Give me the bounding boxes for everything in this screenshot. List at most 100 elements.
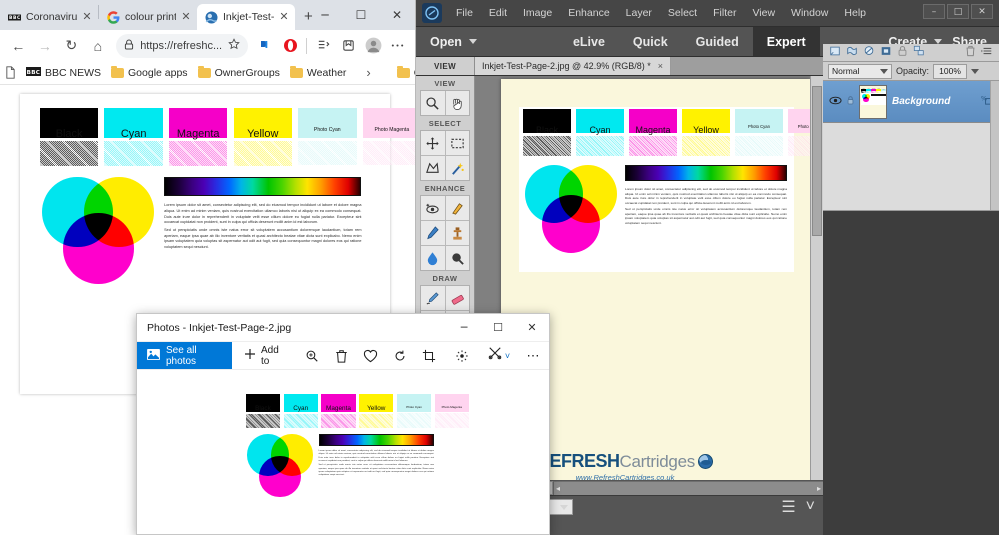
blur-tool-icon[interactable] [421,246,445,270]
menu-layer[interactable]: Layer [618,4,660,22]
layers-list[interactable]: BlackCyanMagentaYellowPhoto CyanPhoto Ma… [823,81,999,211]
see-all-photos-button[interactable]: See all photos [137,342,232,369]
opacity-field[interactable]: 100% [933,63,968,79]
profile-icon[interactable] [362,34,385,58]
zoom-tool-icon[interactable] [421,91,445,115]
more-panels-icon[interactable]: ☰ [781,497,795,517]
browser-close-button[interactable]: ✕ [379,0,415,30]
move-tool-icon[interactable] [421,131,445,155]
photos-close-button[interactable]: ✕ [515,314,549,342]
layer-visibility-eye-icon[interactable] [829,93,842,111]
menu-window[interactable]: Window [783,4,836,22]
photoshop-close-button[interactable]: ✕ [971,4,993,19]
photos-title-bar[interactable]: Photos - Inkjet-Test-Page-2.jpg ─ ☐ ✕ [137,314,549,342]
home-button[interactable]: ⌂ [86,33,111,59]
clone-stamp-icon[interactable] [445,221,469,245]
browser-minimize-button[interactable]: ─ [307,0,343,30]
layers-list-scrollbar[interactable] [990,81,999,210]
bookmark-bbc-news[interactable]: BBC BBC NEWS [26,66,101,79]
menu-file[interactable]: File [448,4,481,22]
crop-icon[interactable] [414,342,443,369]
magic-wand-icon[interactable] [445,156,469,180]
open-button[interactable]: Open [416,27,489,56]
menu-view[interactable]: View [744,4,783,22]
tab-guided[interactable]: Guided [682,27,753,56]
chevron-down-icon[interactable]: ˅ [505,351,510,361]
canvas-vertical-scrollbar[interactable] [810,76,823,480]
close-icon[interactable]: ✕ [82,11,92,23]
menu-filter[interactable]: Filter [705,4,744,22]
browser-tab-2[interactable]: Inkjet-Test-Page ✕ [197,4,295,30]
tab-quick[interactable]: Quick [619,27,682,56]
enhance-icon[interactable] [443,342,479,369]
group-layer-icon[interactable] [880,44,892,62]
close-icon[interactable]: × [658,61,663,71]
tab-elive[interactable]: eLive [559,27,619,56]
sponge-tool-icon[interactable] [445,246,469,270]
bookmark-page-icon[interactable] [5,66,16,79]
adjustment-layer-icon[interactable] [863,44,875,62]
menu-enhance[interactable]: Enhance [560,4,617,22]
document-tab[interactable]: Inkjet-Test-Page-2.jpg @ 42.9% (RGB/8) *… [475,57,671,75]
menu-edit[interactable]: Edit [481,4,515,22]
photos-maximize-button[interactable]: ☐ [481,314,515,342]
menu-image[interactable]: Image [515,4,560,22]
browser-tab-1[interactable]: colour print test ✕ [99,4,197,30]
photos-image-view[interactable]: Black Cyan Magenta Yellow Photo Cyan Photo Ma… [137,371,549,534]
browser-tab-0[interactable]: BBC Coronavirus upd ✕ [0,4,98,30]
bookmark-other-favorites[interactable]: Other favorites [396,65,415,79]
favorites-icon[interactable] [337,34,360,58]
bookmarks-overflow-button[interactable]: › [366,65,370,80]
link-layers-icon[interactable] [913,44,925,62]
delete-layer-icon[interactable] [965,44,976,62]
layer-row-background[interactable]: BlackCyanMagentaYellowPhoto CyanPhoto Ma… [823,81,999,123]
rectangular-marquee-icon[interactable] [445,131,469,155]
back-button[interactable]: ← [6,33,31,59]
delete-icon[interactable] [327,342,356,369]
add-layer-mask-icon[interactable] [846,44,858,62]
menu-help[interactable]: Help [836,4,874,22]
close-icon[interactable]: ✕ [181,11,191,23]
red-eye-removal-icon[interactable] [421,196,445,220]
canvas-horizontal-scrollbar[interactable]: ◂ ▸ [553,481,823,495]
bookmark-weather[interactable]: Weather [289,65,346,79]
star-icon[interactable] [228,38,240,53]
browser-maximize-button[interactable]: ☐ [343,0,379,30]
rotate-icon[interactable] [385,342,414,369]
extension-opera-icon[interactable] [279,34,302,58]
chevron-down-icon[interactable]: ˅ [806,498,815,516]
photoshop-minimize-button[interactable]: – [923,4,945,19]
blend-mode-select[interactable]: Normal [828,63,892,79]
add-to-button[interactable]: Add to [232,342,298,369]
spot-healing-icon[interactable] [445,196,469,220]
tab-expert[interactable]: Expert [752,27,820,56]
bookmark-ownergroups[interactable]: OwnerGroups [197,65,280,79]
collections-icon[interactable] [312,34,335,58]
lock-layer-icon[interactable] [897,44,908,62]
close-icon[interactable]: ✕ [279,11,289,23]
edit-create-button[interactable]: ˅ [480,342,518,369]
zoom-icon[interactable] [298,342,327,369]
photoshop-maximize-button[interactable]: □ [947,4,969,19]
forward-button[interactable]: → [33,33,58,59]
scrollbar-thumb[interactable] [812,86,822,236]
settings-more-icon[interactable] [386,34,409,58]
hand-tool-icon[interactable] [445,91,469,115]
favorite-heart-icon[interactable] [356,342,385,369]
new-layer-icon[interactable] [829,44,841,62]
eraser-tool-icon[interactable] [445,286,469,310]
extension-blue-icon[interactable] [254,34,277,58]
bookmark-google-apps[interactable]: Google apps [111,65,188,79]
address-bar[interactable]: https://refreshc... [116,33,249,58]
refresh-button[interactable]: ↻ [59,33,84,59]
smart-brush-icon[interactable] [421,221,445,245]
photos-minimize-button[interactable]: ─ [447,314,481,342]
panel-menu-icon[interactable] [981,44,993,62]
layers-panel[interactable]: Normal Opacity: 100% BlackCyanMagentaY [823,44,999,535]
more-options-icon[interactable]: ⋯ [518,342,549,369]
opacity-chevron-down-icon[interactable] [971,68,980,74]
lasso-tool-icon[interactable] [421,156,445,180]
photos-app-window[interactable]: Photos - Inkjet-Test-Page-2.jpg ─ ☐ ✕ Se… [136,313,550,535]
menu-select[interactable]: Select [660,4,705,22]
brush-tool-icon[interactable] [421,286,445,310]
